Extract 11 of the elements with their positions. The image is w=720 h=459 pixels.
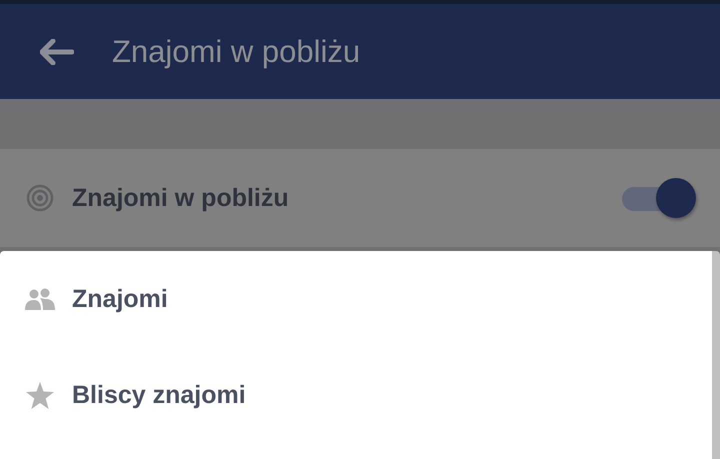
setting-label: Znajomi w pobliżu xyxy=(72,184,290,212)
people-icon xyxy=(25,288,55,310)
option-label: Bliscy znajomi xyxy=(72,380,246,410)
option-item[interactable]: Znajomi xyxy=(0,251,712,347)
star-icon xyxy=(25,382,55,408)
option-label: Znajomi xyxy=(72,284,168,314)
screen-title: Znajomi w pobliżu xyxy=(112,34,360,70)
option-item[interactable]: Bliscy znajomi xyxy=(0,347,712,443)
back-arrow-icon[interactable] xyxy=(40,38,74,64)
target-icon xyxy=(26,184,54,212)
toggle-switch[interactable] xyxy=(622,178,696,218)
